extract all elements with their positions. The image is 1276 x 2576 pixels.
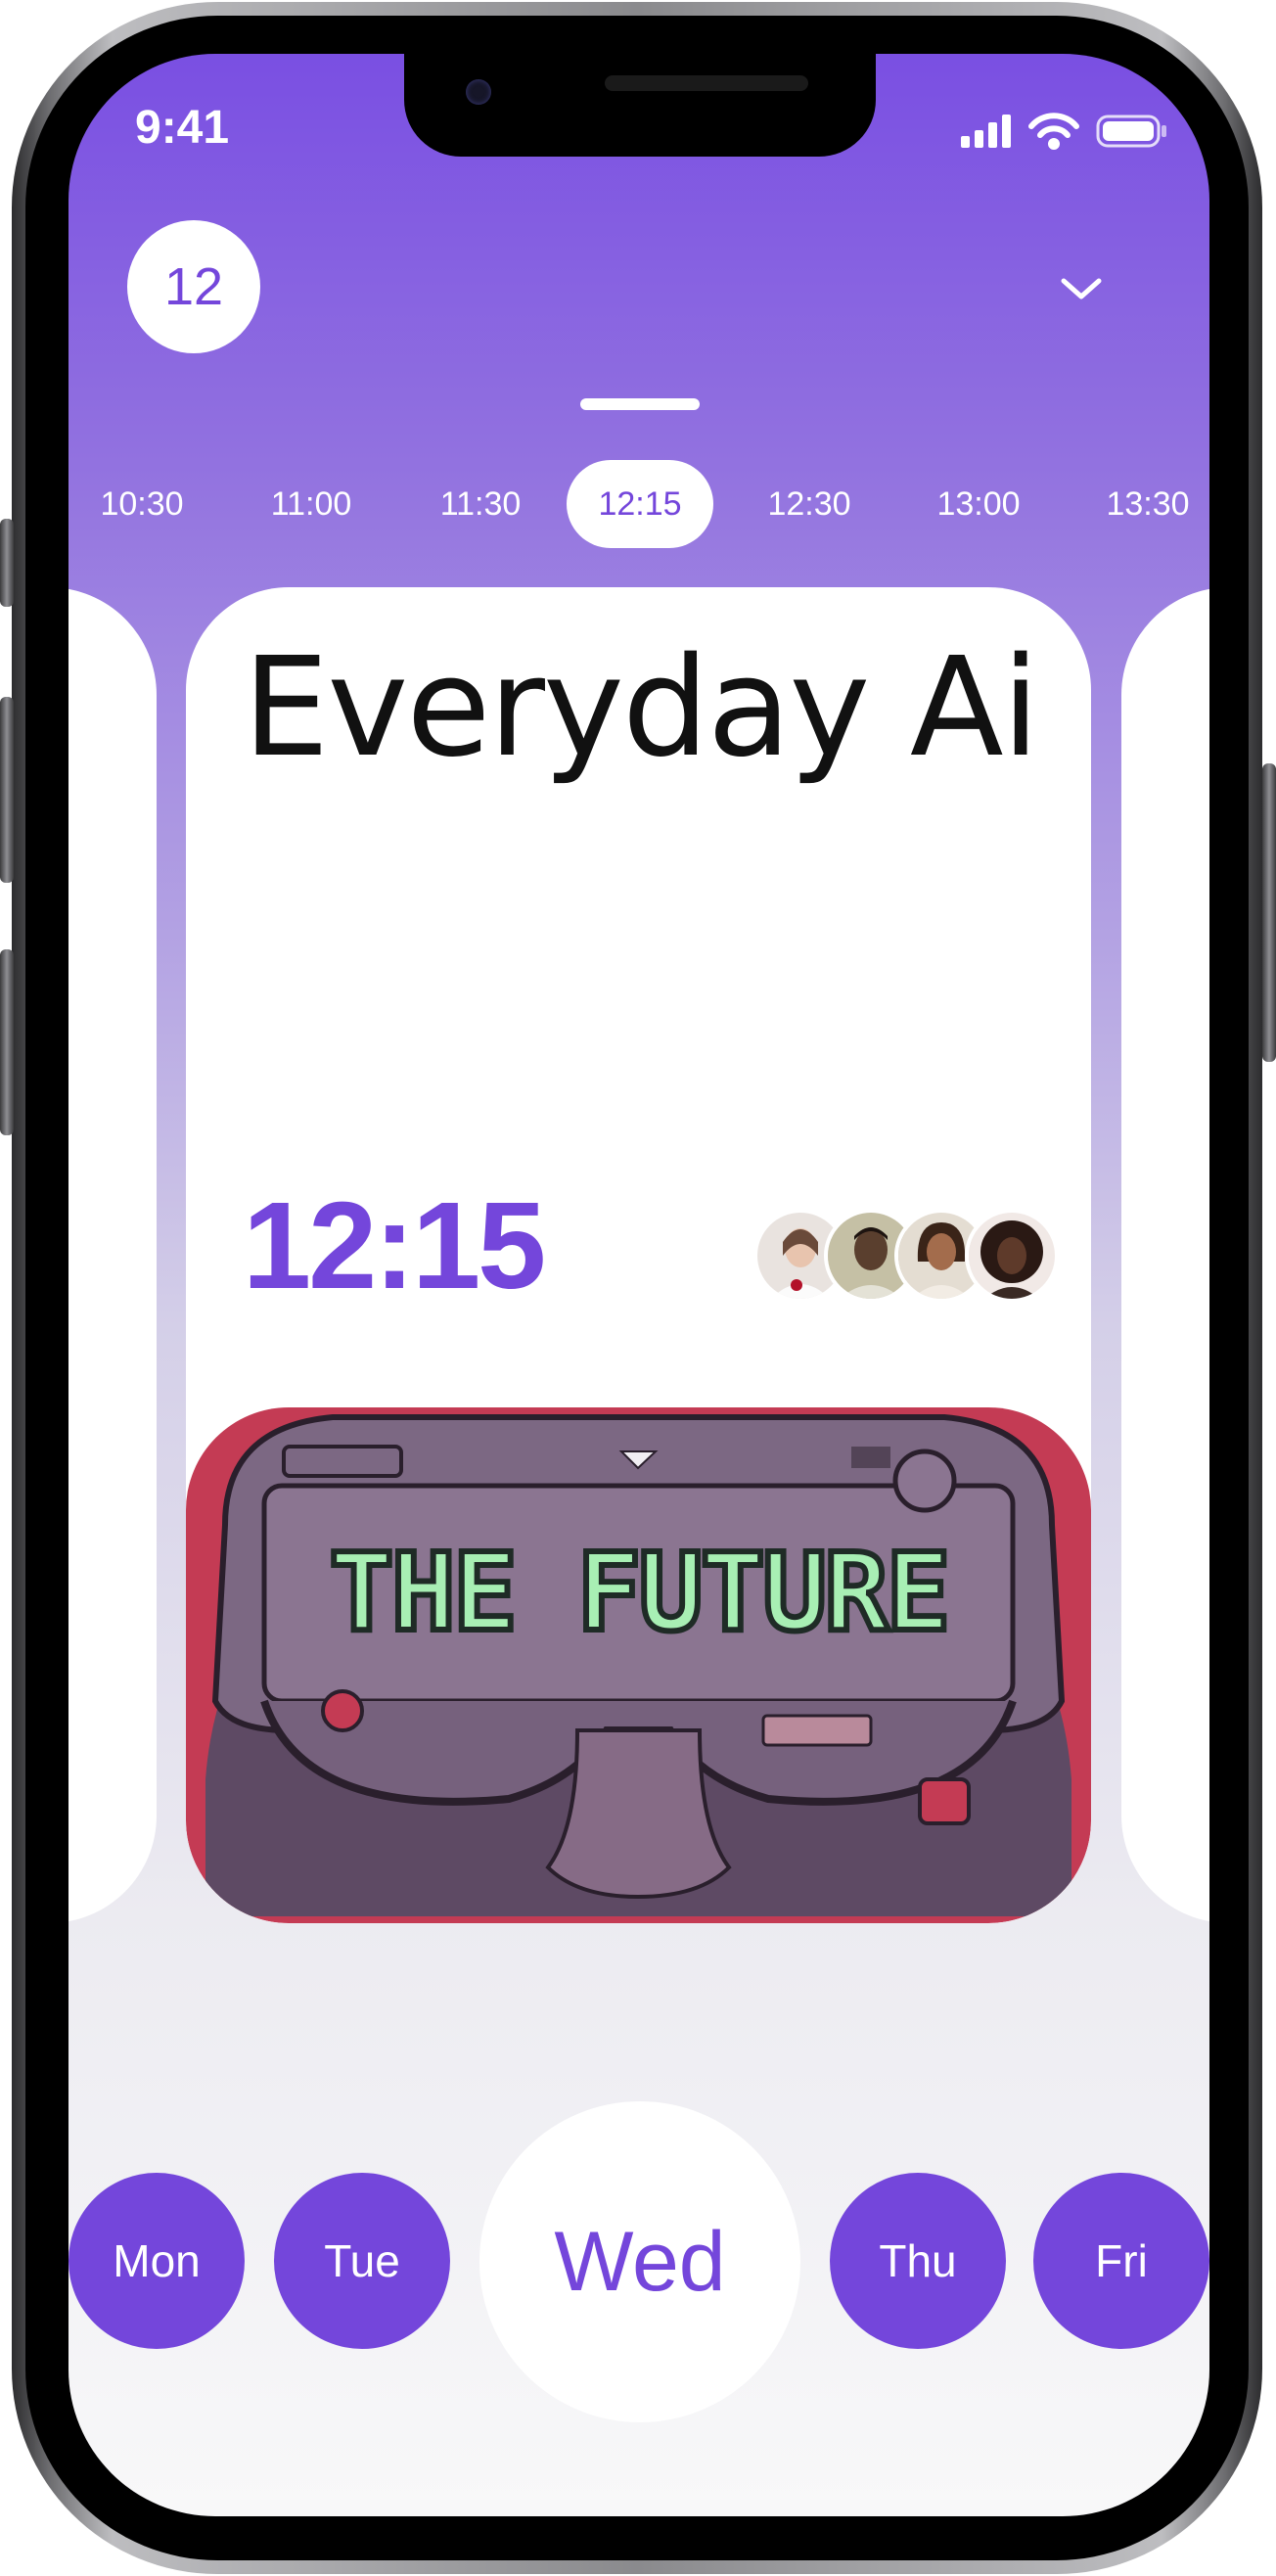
previous-event-card[interactable] — [68, 587, 157, 1923]
date-button[interactable]: 12 — [127, 220, 260, 353]
chevron-down-icon[interactable] — [1052, 259, 1111, 318]
poster-illustration — [186, 1407, 1091, 1923]
day-tue[interactable]: Tue — [274, 2173, 450, 2349]
next-event-card[interactable] — [1121, 587, 1209, 1923]
event-card[interactable]: Everyday Ai 12:15 THE FUTURE — [186, 587, 1091, 1923]
poster-headline: THE FUTURE — [326, 1527, 953, 1658]
day-mon[interactable]: Mon — [68, 2173, 245, 2349]
drag-handle[interactable] — [580, 398, 700, 410]
screen: 9:41 12 10:30 11:00 11:30 12:15 12:30 13… — [68, 54, 1209, 2516]
event-time: 12:15 — [243, 1176, 546, 1314]
day-fri[interactable]: Fri — [1033, 2173, 1209, 2349]
day-wed[interactable]: Wed — [479, 2101, 800, 2422]
battery-icon — [1096, 115, 1166, 148]
event-title: Everyday Ai — [243, 628, 1040, 788]
volume-down-button — [0, 949, 14, 1135]
avatar — [965, 1209, 1059, 1303]
volume-up-button — [0, 697, 14, 883]
attendee-avatars[interactable] — [753, 1209, 1067, 1307]
action-button — [0, 519, 14, 607]
time-slot[interactable]: 13:00 — [905, 460, 1052, 548]
speaker-grille — [605, 75, 808, 91]
signal-icon — [961, 115, 1011, 148]
time-slot[interactable]: 11:00 — [238, 460, 385, 548]
status-icons — [961, 111, 1176, 150]
time-slot[interactable]: 11:30 — [407, 460, 554, 548]
event-poster-image[interactable]: THE FUTURE — [186, 1407, 1091, 1923]
status-time: 9:41 — [135, 102, 230, 154]
day-thu[interactable]: Thu — [830, 2173, 1006, 2349]
camera-icon — [466, 79, 491, 105]
wifi-icon — [1028, 113, 1079, 150]
dynamic-notch — [404, 54, 876, 157]
time-slot[interactable]: 10:30 — [68, 460, 215, 548]
time-slot[interactable]: 13:30 — [1074, 460, 1209, 548]
power-button — [1262, 763, 1276, 1062]
time-slot[interactable]: 12:15 — [567, 460, 713, 548]
time-slot[interactable]: 12:30 — [736, 460, 883, 548]
